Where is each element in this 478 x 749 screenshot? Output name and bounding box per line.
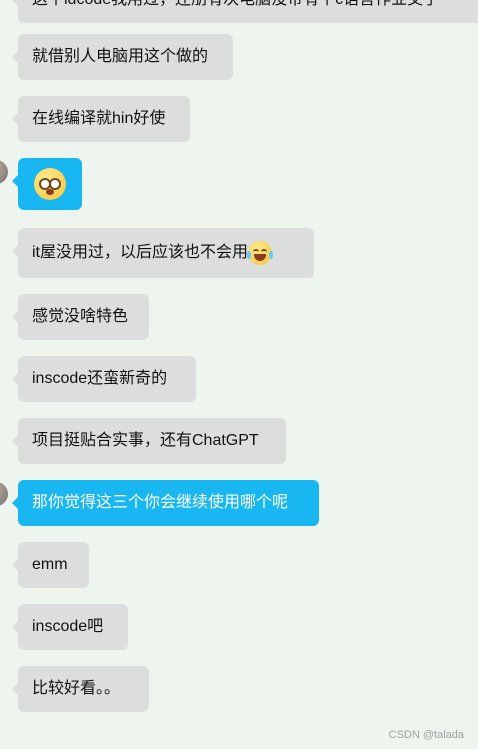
laugh-tears-icon [247, 241, 274, 265]
message-bubble: inscode还蛮新奇的 [12, 356, 196, 402]
message-bubble: 这个idcode我用过，还朋有次电脑没带有个c语言作业交了 [12, 0, 478, 23]
message-bubble: emm [12, 542, 89, 588]
avatar [0, 160, 8, 184]
astonished-face-icon [34, 168, 66, 200]
message-bubble [12, 158, 82, 210]
message-text: 这个idcode我用过，还朋有次电脑没带有个c语言作业交了 [32, 0, 439, 8]
avatar [0, 482, 8, 506]
message-bubble: 项目挺贴合实事，还有ChatGPT [12, 418, 286, 464]
message-text: 项目挺贴合实事，还有ChatGPT [32, 432, 259, 449]
message-text: 感觉没啥特色 [32, 308, 129, 325]
message-text: inscode吧 [32, 618, 104, 635]
message-bubble: 比较好看。。 [12, 666, 149, 712]
chat-thread: 这个idcode我用过，还朋有次电脑没带有个c语言作业交了 就借别人电脑用这个做… [0, 0, 478, 749]
message-bubble: inscode吧 [12, 604, 128, 650]
watermark: CSDN @talada [388, 729, 464, 741]
message-text: emm [32, 556, 68, 573]
message-bubble: 那你觉得这三个你会继续使用哪个呢 [12, 480, 319, 526]
message-text: 在线编译就hin好使 [32, 110, 166, 127]
message-text: 比较好看。。 [32, 680, 121, 697]
message-text: inscode还蛮新奇的 [32, 370, 168, 387]
message-bubble: 就借别人电脑用这个做的 [12, 34, 233, 80]
message-bubble: it屋没用过，以后应该也不会用 [12, 228, 314, 278]
message-text: 那你觉得这三个你会继续使用哪个呢 [32, 494, 289, 511]
message-text: 就借别人电脑用这个做的 [32, 48, 209, 65]
message-text: it屋没用过，以后应该也不会用 [32, 244, 249, 261]
message-bubble: 感觉没啥特色 [12, 294, 149, 340]
message-bubble: 在线编译就hin好使 [12, 96, 190, 142]
